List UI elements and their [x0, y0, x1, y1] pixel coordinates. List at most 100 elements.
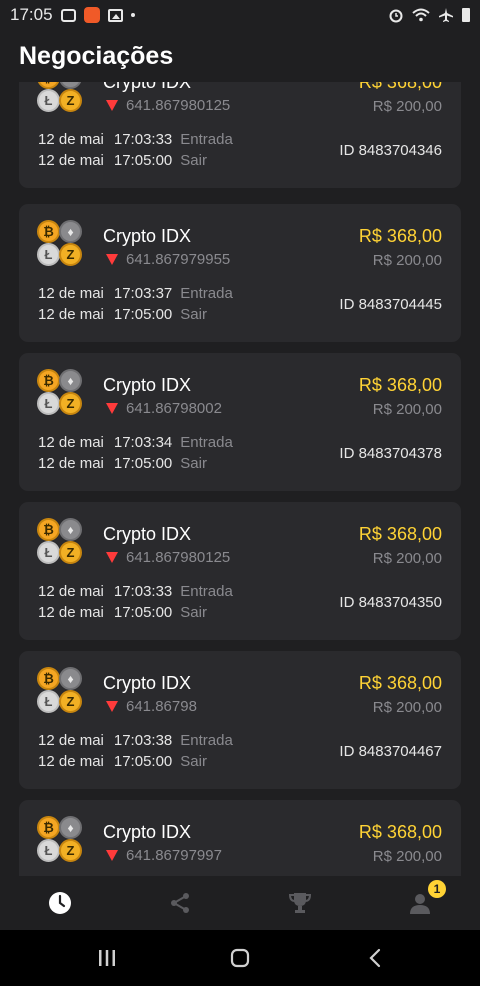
close-label: Sair — [180, 152, 207, 169]
notification-orange-app-icon — [83, 7, 100, 23]
asset-name: Crypto IDX — [103, 375, 192, 395]
close-date: 12 de mai — [38, 455, 104, 472]
close-time: 17:05:00 — [113, 152, 173, 169]
trade-list[interactable]: ₿ ♦ Ł Z Crypto IDX 641.867980125 R$ 368,… — [0, 82, 480, 876]
litecoin-icon: Ł — [37, 89, 60, 112]
trade-investment: R$ 200,00 — [372, 699, 442, 716]
trade-card[interactable]: ₿ ♦ Ł Z Crypto IDX 641.86797997 R$ 368,0… — [19, 800, 461, 876]
ethereum-icon: ♦ — [59, 667, 82, 690]
trade-profit: R$ 368,00 — [358, 82, 442, 92]
open-label: Entrada — [180, 285, 233, 302]
zcash-icon: Z — [59, 839, 82, 862]
open-time: 17:03:38 — [113, 732, 173, 749]
asset-name: Crypto IDX — [103, 524, 192, 544]
asset-name: Crypto IDX — [103, 226, 192, 246]
open-time: 17:03:34 — [113, 434, 173, 451]
trade-profit: R$ 368,00 — [358, 524, 442, 544]
down-arrow-icon — [106, 552, 118, 563]
trade-profit: R$ 368,00 — [358, 673, 442, 693]
zcash-icon: Z — [59, 89, 82, 112]
airplane-mode-icon — [438, 7, 454, 23]
trade-investment: R$ 200,00 — [372, 401, 442, 418]
trade-price: 641.867980125 — [126, 549, 231, 566]
trade-card[interactable]: ₿ ♦ Ł Z Crypto IDX 641.867979955 R$ 368,… — [19, 204, 461, 342]
close-time: 17:05:00 — [113, 455, 173, 472]
close-label: Sair — [180, 753, 207, 770]
crypto-index-icon: ₿ ♦ Ł Z — [37, 816, 85, 864]
home-icon[interactable] — [229, 948, 251, 968]
trade-id: ID 8483704445 — [339, 296, 442, 313]
down-arrow-icon — [106, 850, 118, 861]
battery-icon — [462, 8, 470, 22]
history-icon[interactable] — [45, 888, 75, 918]
trade-id: ID 8483704350 — [339, 594, 442, 611]
down-arrow-icon — [106, 403, 118, 414]
litecoin-icon: Ł — [37, 839, 60, 862]
trade-card[interactable]: ₿ ♦ Ł Z Crypto IDX 641.867980125 R$ 368,… — [19, 82, 461, 188]
ethereum-icon: ♦ — [59, 369, 82, 392]
close-time-row: 12 de mai 17:05:00 Sair — [38, 455, 207, 472]
zcash-icon: Z — [59, 392, 82, 415]
down-arrow-icon — [106, 254, 118, 265]
close-label: Sair — [180, 455, 207, 472]
litecoin-icon: Ł — [37, 243, 60, 266]
crypto-index-icon: ₿ ♦ Ł Z — [37, 220, 85, 268]
crypto-index-icon: ₿ ♦ Ł Z — [37, 518, 85, 566]
open-time: 17:03:37 — [113, 285, 173, 302]
trade-profit: R$ 368,00 — [358, 375, 442, 395]
close-date: 12 de mai — [38, 152, 104, 169]
trade-investment: R$ 200,00 — [372, 550, 442, 567]
open-time: 17:03:33 — [113, 583, 173, 600]
asset-name: Crypto IDX — [103, 822, 192, 842]
more-notifications-icon — [130, 13, 135, 17]
recent-apps-icon[interactable] — [96, 948, 118, 968]
image-notification-icon — [107, 8, 123, 22]
trade-price: 641.867980125 — [126, 97, 231, 114]
bitcoin-icon: ₿ — [37, 369, 60, 392]
bitcoin-icon: ₿ — [37, 816, 60, 839]
trade-price: 641.86797997 — [126, 847, 222, 864]
close-date: 12 de mai — [38, 604, 104, 621]
down-arrow-icon — [106, 701, 118, 712]
asset-name: Crypto IDX — [103, 673, 192, 693]
open-time-row: 12 de mai 17:03:33 Entrada — [38, 131, 233, 148]
open-time-row: 12 de mai 17:03:38 Entrada — [38, 732, 233, 749]
share-network-icon[interactable] — [165, 888, 195, 918]
back-icon[interactable] — [365, 948, 387, 968]
trade-card[interactable]: ₿ ♦ Ł Z Crypto IDX 641.86798002 R$ 368,0… — [19, 353, 461, 491]
open-time-row: 12 de mai 17:03:34 Entrada — [38, 434, 233, 451]
close-time: 17:05:00 — [113, 753, 173, 770]
notification-badge: 1 — [428, 880, 446, 898]
zcash-icon: Z — [59, 243, 82, 266]
trade-investment: R$ 200,00 — [372, 848, 442, 865]
crypto-index-icon: ₿ ♦ Ł Z — [37, 667, 85, 715]
trade-profit: R$ 368,00 — [358, 226, 442, 246]
close-time-row: 12 de mai 17:05:00 Sair — [38, 306, 207, 323]
status-time: 17:05 — [10, 5, 53, 24]
trophy-icon[interactable] — [285, 888, 315, 918]
litecoin-icon: Ł — [37, 690, 60, 713]
ethereum-icon: ♦ — [59, 816, 82, 839]
open-date: 12 de mai — [38, 285, 104, 302]
crypto-index-icon: ₿ ♦ Ł Z — [37, 82, 85, 114]
bitcoin-icon: ₿ — [37, 82, 60, 89]
trade-card[interactable]: ₿ ♦ Ł Z Crypto IDX 641.867980125 R$ 368,… — [19, 502, 461, 640]
trade-id: ID 8483704346 — [339, 142, 442, 159]
system-nav-bar — [0, 930, 480, 986]
close-label: Sair — [180, 604, 207, 621]
close-time: 17:05:00 — [113, 604, 173, 621]
open-time-row: 12 de mai 17:03:37 Entrada — [38, 285, 233, 302]
close-time-row: 12 de mai 17:05:00 Sair — [38, 753, 207, 770]
litecoin-icon: Ł — [37, 541, 60, 564]
close-time-row: 12 de mai 17:05:00 Sair — [38, 152, 207, 169]
close-date: 12 de mai — [38, 753, 104, 770]
ethereum-icon: ♦ — [59, 220, 82, 243]
status-bar: 17:05 — [0, 0, 480, 30]
bitcoin-icon: ₿ — [37, 518, 60, 541]
trade-card[interactable]: ₿ ♦ Ł Z Crypto IDX 641.86798 R$ 368,00 R… — [19, 651, 461, 789]
trade-price: 641.86798002 — [126, 400, 222, 417]
close-time: 17:05:00 — [113, 306, 173, 323]
down-arrow-icon — [106, 100, 118, 111]
open-time-row: 12 de mai 17:03:33 Entrada — [38, 583, 233, 600]
open-time: 17:03:33 — [113, 131, 173, 148]
